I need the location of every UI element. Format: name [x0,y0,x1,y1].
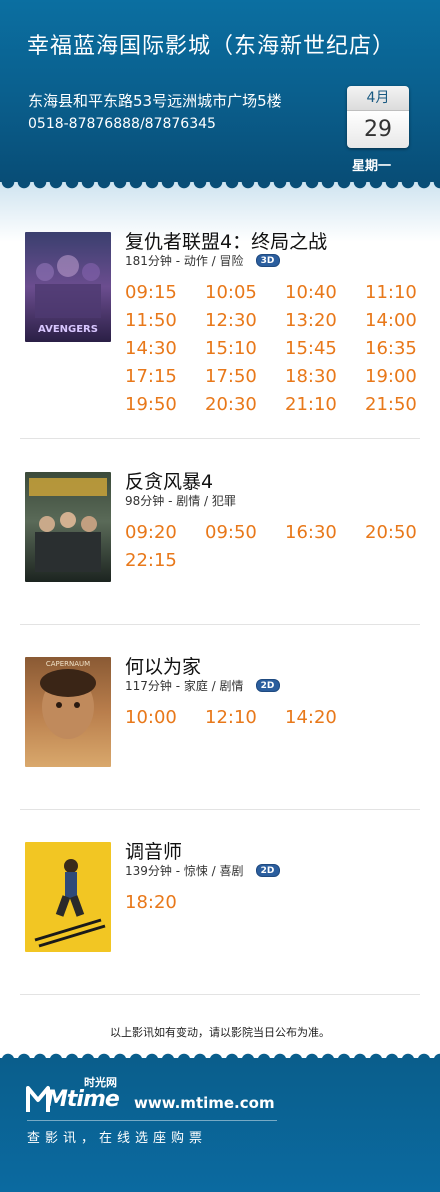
showtime[interactable]: 15:45 [285,338,365,360]
movie-duration-genre: 181分钟 - 动作 / 冒险 [125,254,244,268]
date-calendar: 4月 29 [347,86,409,148]
showtime[interactable]: 17:15 [125,366,205,388]
showtime[interactable]: 13:20 [285,310,365,332]
movie-divider [20,809,420,810]
format-badge-2d: 2D [255,679,280,692]
showtime[interactable]: 21:50 [365,394,425,416]
showtime[interactable]: 14:20 [285,707,365,729]
showtime[interactable]: 10:40 [285,282,365,304]
movie-duration-genre: 139分钟 - 惊悚 / 喜剧 [125,864,244,878]
movie-title[interactable]: 何以为家 [125,652,201,679]
movie-divider [20,624,420,625]
showtime-grid: 09:15 10:05 10:40 11:10 11:50 12:30 13:2… [125,282,425,416]
date-day: 29 [347,110,409,148]
showtime-grid: 10:00 12:10 14:20 [125,707,425,729]
showtime[interactable]: 09:20 [125,522,205,544]
format-badge-3d: 3D [255,254,280,267]
ticket-edge-top [0,182,440,196]
movie-title[interactable]: 调音师 [125,837,182,864]
movie-meta: 181分钟 - 动作 / 冒险 3D [125,252,280,269]
format-badge-2d: 2D [255,864,280,877]
showtime[interactable]: 12:30 [205,310,285,332]
showtime[interactable]: 20:30 [205,394,285,416]
movie-divider [20,994,420,995]
mtime-footer: Mtime 时光网 www.mtime.com 查影讯，在线选座购票 [0,1058,440,1192]
showtime[interactable]: 09:50 [205,522,285,544]
svg-text:AVENGERS: AVENGERS [38,324,98,335]
showtime[interactable]: 11:50 [125,310,205,332]
showtime[interactable]: 19:50 [125,394,205,416]
logo-chinese-name: 时光网 [84,1076,117,1089]
showtime[interactable]: 10:00 [125,707,205,729]
showtime[interactable]: 20:50 [365,522,425,544]
cinema-address: 东海县和平东路53号远洲城市广场5楼 [28,92,282,110]
ici-poster-icon[interactable] [25,472,111,582]
mtime-logo[interactable]: Mtime 时光网 [26,1076,136,1114]
showtime[interactable]: 10:05 [205,282,285,304]
date-month: 4月 [347,86,409,110]
showtime[interactable]: 22:15 [125,550,205,572]
showtime[interactable]: 18:30 [285,366,365,388]
cinema-phone[interactable]: 0518-87876888/87876345 [28,116,216,132]
showtime[interactable]: 15:10 [205,338,285,360]
showtime[interactable]: 12:10 [205,707,285,729]
movie-divider [20,438,420,439]
movie-duration-genre: 117分钟 - 家庭 / 剧情 [125,679,244,693]
movie-duration-genre: 98分钟 - 剧情 / 犯罪 [125,494,236,508]
showtime-grid: 18:20 [125,892,425,914]
movie-title[interactable]: 反贪风暴4 [125,467,213,494]
showtime[interactable]: 14:30 [125,338,205,360]
cinema-name: 幸福蓝海国际影城（东海新世纪店） [27,34,396,59]
showtime[interactable]: 16:30 [285,522,365,544]
showtime[interactable]: 21:10 [285,394,365,416]
showtime-grid: 09:20 09:50 16:30 20:50 22:15 [125,522,425,572]
site-url-link[interactable]: www.mtime.com [134,1094,275,1112]
showtime[interactable]: 18:20 [125,892,205,914]
date-weekday: 星期一 [352,159,392,174]
showtime[interactable]: 19:00 [365,366,425,388]
cinema-header: 幸福蓝海国际影城（东海新世纪店） 东海县和平东路53号远洲城市广场5楼 0518… [0,0,440,182]
movie-meta: 117分钟 - 家庭 / 剧情 2D [125,677,280,694]
movie-title[interactable]: 复仇者联盟4：终局之战 [125,227,327,254]
showtime[interactable]: 11:10 [365,282,425,304]
movie-meta: 139分钟 - 惊悚 / 喜剧 2D [125,862,280,879]
footer-slogan: 查影讯，在线选座购票 [27,1131,208,1146]
showtime[interactable]: 17:50 [205,366,285,388]
logo-wordmark: Mtime [46,1087,120,1112]
showtime[interactable]: 09:15 [125,282,205,304]
movie-meta: 98分钟 - 剧情 / 犯罪 [125,492,236,509]
footer-divider [27,1120,277,1121]
avengers-poster-icon[interactable]: AVENGERS [25,232,111,342]
schedule-notice: 以上影讯如有变动，请以影院当日公布为准。 [110,1026,330,1039]
andhadhun-poster-icon[interactable] [25,842,111,952]
poster-caption: CAPERNAUM [46,660,90,668]
capernaum-poster-icon[interactable]: CAPERNAUM [25,657,111,767]
showtime[interactable]: 14:00 [365,310,425,332]
showtime[interactable]: 16:35 [365,338,425,360]
